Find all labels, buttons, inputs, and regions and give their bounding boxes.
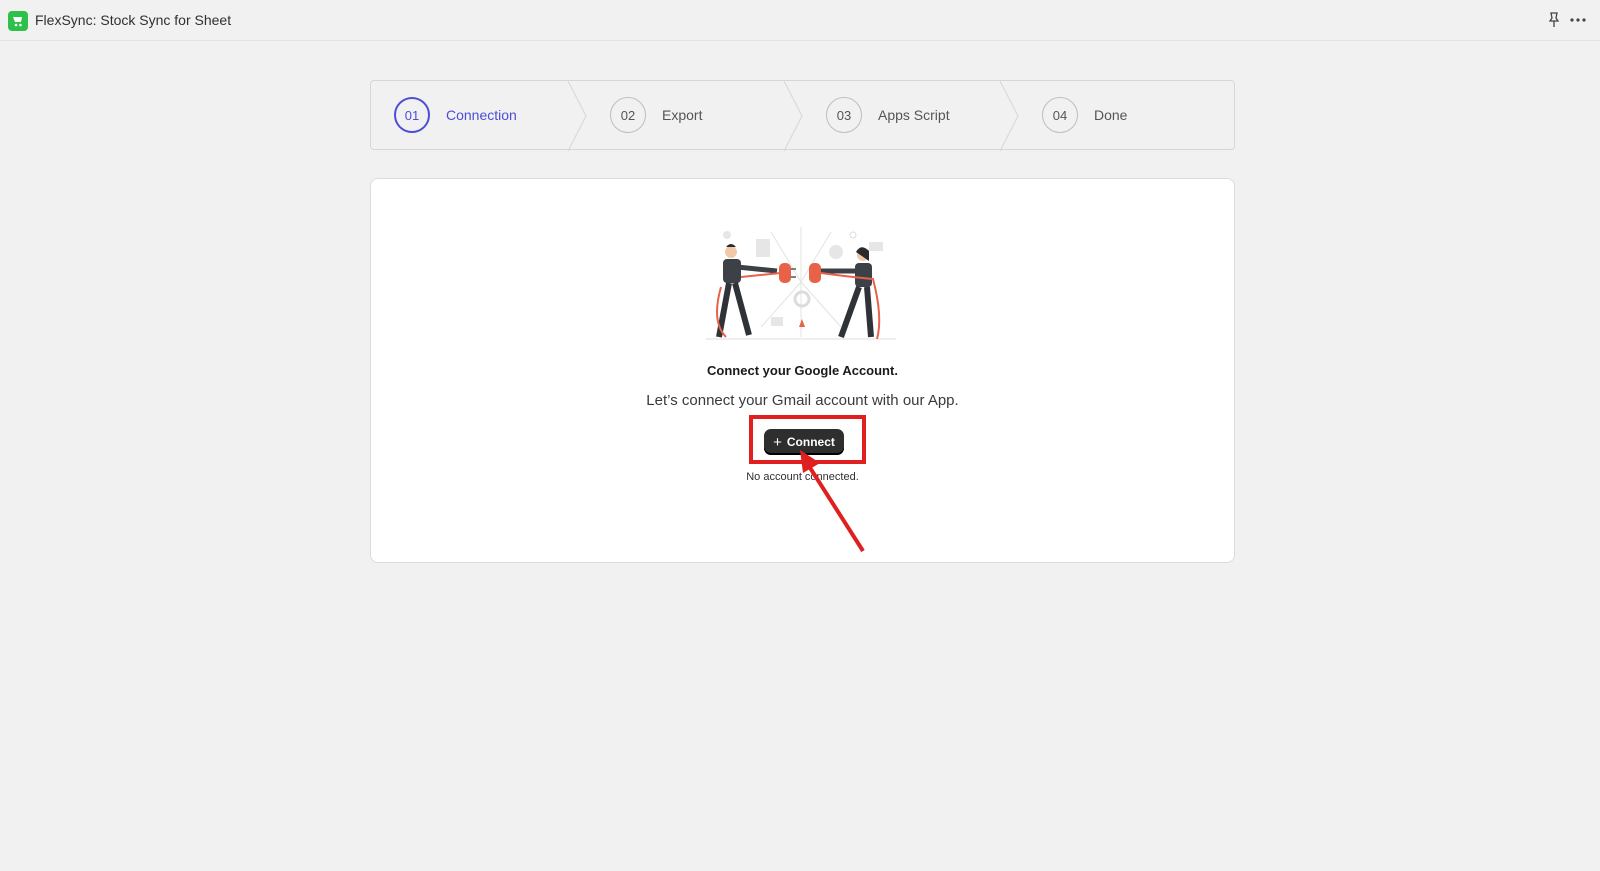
app-icon: [8, 11, 28, 31]
card-subtext: Let’s connect your Gmail account with ou…: [646, 392, 959, 409]
step-export[interactable]: 02 Export: [610, 81, 702, 149]
more-icon[interactable]: [1569, 12, 1587, 28]
step-number: 01: [394, 97, 430, 133]
step-label: Done: [1094, 107, 1128, 123]
step-connection[interactable]: 01 Connection: [394, 81, 517, 149]
stepper: 01 Connection 02 Export 03 Apps Script 0…: [370, 80, 1235, 151]
step-number: 03: [826, 97, 862, 133]
step-number: 04: [1042, 97, 1078, 133]
step-label: Apps Script: [878, 107, 950, 123]
card-heading: Connect your Google Account.: [707, 363, 898, 378]
step-apps-script[interactable]: 03 Apps Script: [826, 81, 950, 149]
connection-illustration: [706, 227, 896, 340]
step-label: Connection: [446, 107, 517, 123]
step-label: Export: [662, 107, 703, 123]
title-bar: FlexSync: Stock Sync for Sheet: [0, 0, 1600, 41]
step-number: 02: [610, 97, 646, 133]
app-title: FlexSync: Stock Sync for Sheet: [35, 12, 232, 28]
annotation-arrow-icon: [800, 450, 865, 553]
step-done[interactable]: 04 Done: [1042, 81, 1127, 149]
pin-icon[interactable]: [1547, 12, 1561, 28]
step-separator-icon: [568, 81, 587, 151]
step-separator-icon: [784, 81, 803, 151]
step-separator-icon: [1000, 81, 1019, 151]
